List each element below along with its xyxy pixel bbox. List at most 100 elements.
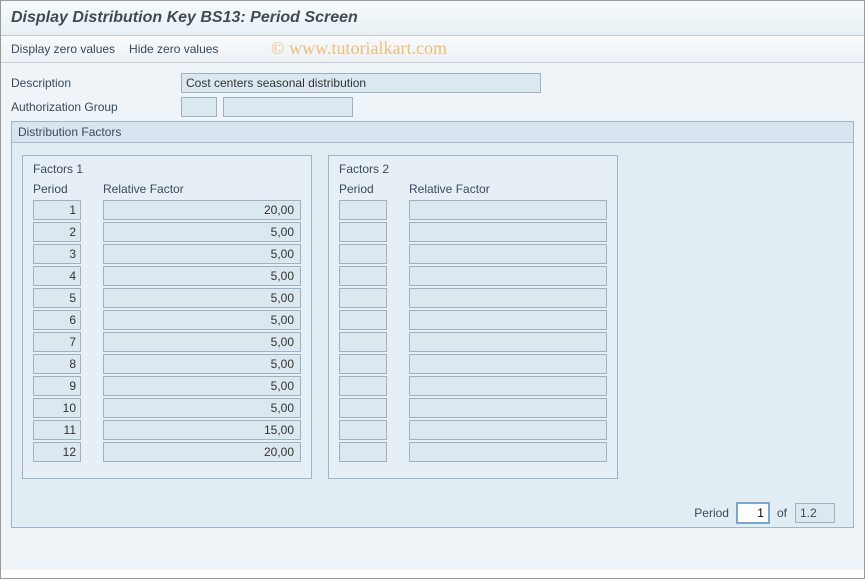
- factor-row: [33, 354, 301, 374]
- hide-zero-values-button[interactable]: Hide zero values: [129, 42, 218, 56]
- factor-row: [33, 310, 301, 330]
- pagination-row: Period of 1.2: [12, 493, 853, 527]
- period-input[interactable]: [33, 222, 81, 242]
- factor-row: [339, 222, 607, 242]
- relative-factor-input[interactable]: [103, 398, 301, 418]
- factor-row: [339, 398, 607, 418]
- period-input[interactable]: [33, 442, 81, 462]
- auth-group-input-1[interactable]: [181, 97, 217, 117]
- description-input[interactable]: [181, 73, 541, 93]
- factor-row: [33, 442, 301, 462]
- period-input[interactable]: [339, 354, 387, 374]
- factors-2-period-header: Period: [339, 182, 409, 196]
- relative-factor-input[interactable]: [409, 244, 607, 264]
- period-footer-label: Period: [694, 506, 729, 520]
- factor-row: [33, 244, 301, 264]
- relative-factor-input[interactable]: [103, 200, 301, 220]
- factor-row: [33, 200, 301, 220]
- distribution-factors-title: Distribution Factors: [12, 122, 853, 143]
- factors-1-panel: Factors 1 Period Relative Factor: [22, 155, 312, 479]
- period-input[interactable]: [339, 376, 387, 396]
- period-input[interactable]: [33, 244, 81, 264]
- period-input[interactable]: [339, 442, 387, 462]
- factors-1-rows: [33, 200, 301, 462]
- relative-factor-input[interactable]: [409, 266, 607, 286]
- period-input[interactable]: [33, 376, 81, 396]
- display-zero-values-button[interactable]: Display zero values: [11, 42, 115, 56]
- period-input[interactable]: [339, 288, 387, 308]
- of-label: of: [777, 506, 787, 520]
- period-input[interactable]: [339, 398, 387, 418]
- auth-group-input-2[interactable]: [223, 97, 353, 117]
- factor-row: [33, 266, 301, 286]
- auth-group-row: Authorization Group: [11, 97, 854, 117]
- factor-row: [339, 288, 607, 308]
- relative-factor-input[interactable]: [409, 420, 607, 440]
- period-input[interactable]: [339, 244, 387, 264]
- factor-row: [339, 442, 607, 462]
- factors-container: Factors 1 Period Relative Factor Factors…: [12, 143, 853, 493]
- relative-factor-input[interactable]: [103, 420, 301, 440]
- relative-factor-input[interactable]: [103, 244, 301, 264]
- relative-factor-input[interactable]: [409, 354, 607, 374]
- relative-factor-input[interactable]: [103, 332, 301, 352]
- relative-factor-input[interactable]: [103, 222, 301, 242]
- period-input[interactable]: [33, 200, 81, 220]
- relative-factor-input[interactable]: [103, 288, 301, 308]
- factor-row: [339, 376, 607, 396]
- relative-factor-input[interactable]: [103, 376, 301, 396]
- relative-factor-input[interactable]: [409, 310, 607, 330]
- window-header: Display Distribution Key BS13: Period Sc…: [1, 1, 864, 36]
- period-input[interactable]: [339, 420, 387, 440]
- period-input[interactable]: [339, 266, 387, 286]
- period-input[interactable]: [33, 354, 81, 374]
- factors-1-title: Factors 1: [33, 162, 301, 176]
- distribution-factors-groupbox: Distribution Factors Factors 1 Period Re…: [11, 121, 854, 528]
- toolbar: Display zero values Hide zero values © w…: [1, 36, 864, 63]
- period-input[interactable]: [339, 200, 387, 220]
- period-page-total: 1.2: [795, 503, 835, 523]
- period-input[interactable]: [33, 398, 81, 418]
- period-input[interactable]: [33, 266, 81, 286]
- factors-1-relfactor-header: Relative Factor: [103, 182, 301, 196]
- factor-row: [33, 222, 301, 242]
- relative-factor-input[interactable]: [409, 442, 607, 462]
- factor-row: [339, 266, 607, 286]
- relative-factor-input[interactable]: [103, 442, 301, 462]
- relative-factor-input[interactable]: [409, 398, 607, 418]
- period-page-input[interactable]: [737, 503, 769, 523]
- factor-row: [33, 420, 301, 440]
- factors-1-period-header: Period: [33, 182, 103, 196]
- factors-2-rows: [339, 200, 607, 462]
- relative-factor-input[interactable]: [103, 266, 301, 286]
- factor-row: [33, 376, 301, 396]
- factor-row: [339, 332, 607, 352]
- period-input[interactable]: [339, 310, 387, 330]
- watermark-text: © www.tutorialkart.com: [271, 38, 447, 59]
- relative-factor-input[interactable]: [409, 288, 607, 308]
- relative-factor-input[interactable]: [409, 222, 607, 242]
- period-input[interactable]: [339, 332, 387, 352]
- relative-factor-input[interactable]: [409, 200, 607, 220]
- factor-row: [339, 310, 607, 330]
- period-input[interactable]: [33, 310, 81, 330]
- relative-factor-input[interactable]: [103, 310, 301, 330]
- factor-row: [339, 354, 607, 374]
- factor-row: [33, 332, 301, 352]
- relative-factor-input[interactable]: [409, 376, 607, 396]
- factors-1-headers: Period Relative Factor: [33, 182, 301, 196]
- period-input[interactable]: [33, 420, 81, 440]
- factor-row: [339, 420, 607, 440]
- relative-factor-input[interactable]: [409, 332, 607, 352]
- period-input[interactable]: [33, 332, 81, 352]
- factors-2-headers: Period Relative Factor: [339, 182, 607, 196]
- period-input[interactable]: [33, 288, 81, 308]
- period-input[interactable]: [339, 222, 387, 242]
- description-row: Description: [11, 73, 854, 93]
- factor-row: [33, 288, 301, 308]
- factors-2-panel: Factors 2 Period Relative Factor: [328, 155, 618, 479]
- relative-factor-input[interactable]: [103, 354, 301, 374]
- content-area: Description Authorization Group Distribu…: [1, 63, 864, 570]
- factors-2-relfactor-header: Relative Factor: [409, 182, 607, 196]
- factor-row: [33, 398, 301, 418]
